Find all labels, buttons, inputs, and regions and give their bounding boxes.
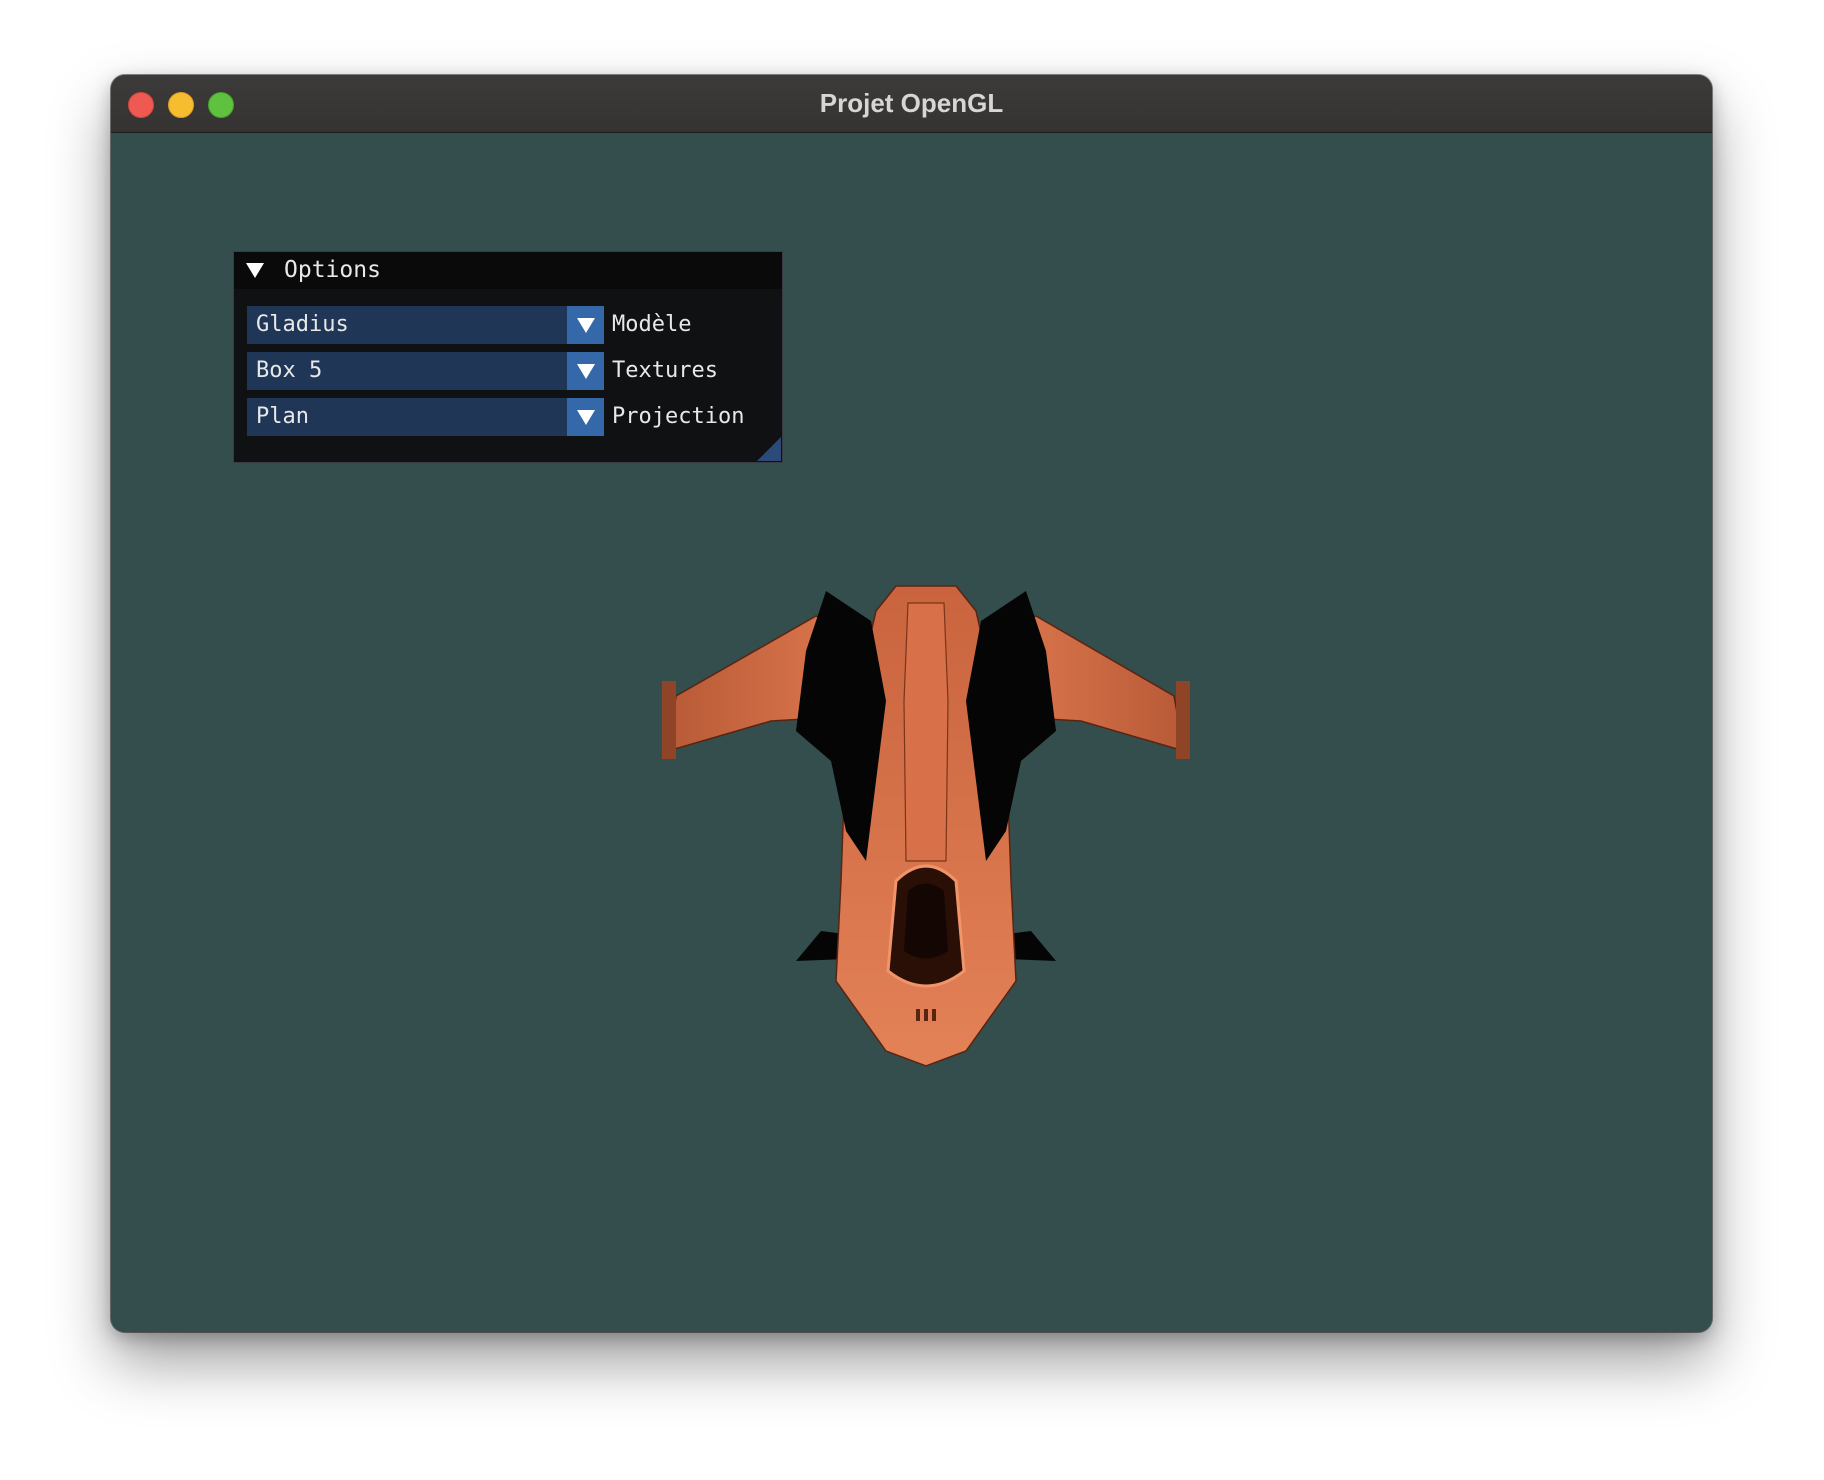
left-wing-gun xyxy=(662,681,676,759)
resize-grip-icon[interactable] xyxy=(757,437,781,461)
options-panel-header[interactable]: Options xyxy=(234,252,782,289)
textures-row: Box 5 Textures xyxy=(247,352,777,390)
chevron-down-icon xyxy=(577,410,595,425)
textures-label: Textures xyxy=(612,358,718,383)
model-combo-button[interactable] xyxy=(567,306,604,344)
model-label: Modèle xyxy=(612,312,692,337)
app-window: Projet OpenGL Options Gladius Modèle Box… xyxy=(111,75,1712,1332)
model-combo-value: Gladius xyxy=(256,312,349,337)
chevron-down-icon xyxy=(577,318,595,333)
cockpit-detail xyxy=(904,883,948,959)
options-panel: Options Gladius Modèle Box 5 Textures Pl… xyxy=(233,251,783,463)
projection-label: Projection xyxy=(612,404,745,429)
projection-row: Plan Projection xyxy=(247,398,777,436)
spaceship-model xyxy=(662,585,1190,1067)
projection-combo[interactable]: Plan xyxy=(247,398,604,436)
projection-combo-value: Plan xyxy=(256,404,309,429)
title-bar[interactable]: Projet OpenGL xyxy=(111,75,1712,133)
textures-combo[interactable]: Box 5 xyxy=(247,352,604,390)
right-wing-gun xyxy=(1176,681,1190,759)
model-row: Gladius Modèle xyxy=(247,306,777,344)
projection-combo-button[interactable] xyxy=(567,398,604,436)
collapse-arrow-icon[interactable] xyxy=(246,263,264,278)
model-combo[interactable]: Gladius xyxy=(247,306,604,344)
window-title: Projet OpenGL xyxy=(819,88,1004,118)
chevron-down-icon xyxy=(577,364,595,379)
opengl-viewport[interactable]: Options Gladius Modèle Box 5 Textures Pl… xyxy=(111,133,1712,1332)
spine xyxy=(903,602,949,862)
textures-combo-button[interactable] xyxy=(567,352,604,390)
textures-combo-value: Box 5 xyxy=(256,358,323,383)
options-panel-title: Options xyxy=(284,257,381,283)
